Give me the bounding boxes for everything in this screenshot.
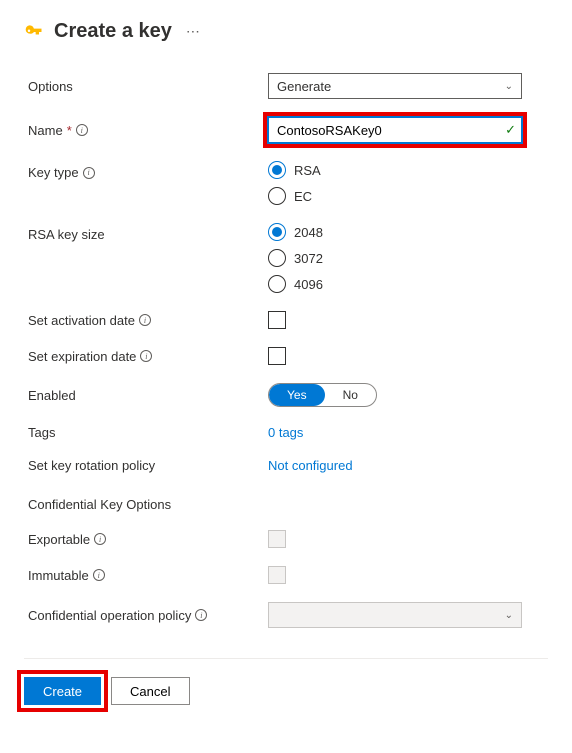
tags-link[interactable]: 0 tags (268, 425, 303, 440)
name-input[interactable] (268, 117, 522, 143)
expiration-row: Set expiration date i (28, 347, 548, 365)
info-icon[interactable]: i (83, 167, 95, 179)
radio-icon (268, 223, 286, 241)
key-type-label: Key type i (28, 161, 268, 180)
radio-icon (268, 249, 286, 267)
conf-policy-row: Confidential operation policy i ⌄ (28, 602, 548, 628)
confidential-section-header: Confidential Key Options (28, 497, 548, 512)
exportable-checkbox[interactable] (268, 530, 286, 548)
enabled-row: Enabled Yes No (28, 383, 548, 407)
info-icon[interactable]: i (76, 124, 88, 136)
info-icon[interactable]: i (139, 314, 151, 326)
name-row: Name * i ✓ (28, 117, 548, 143)
enabled-no[interactable]: No (325, 384, 376, 406)
create-button[interactable]: Create (24, 677, 101, 705)
options-row: Options Generate ⌄ (28, 73, 548, 99)
key-icon (24, 22, 44, 42)
enabled-toggle[interactable]: Yes No (268, 383, 377, 407)
rotation-label: Set key rotation policy (28, 458, 268, 473)
info-icon[interactable]: i (93, 569, 105, 581)
exportable-label: Exportable i (28, 532, 268, 547)
keytype-radio-rsa[interactable]: RSA (268, 161, 522, 179)
rsa-size-radios: 2048 3072 4096 (268, 223, 522, 293)
name-field-highlight: ✓ (268, 117, 522, 143)
rsa-size-row: RSA key size 2048 3072 4096 (28, 223, 548, 293)
expiration-label: Set expiration date i (28, 349, 268, 364)
enabled-label: Enabled (28, 388, 268, 403)
page-title: Create a key (54, 20, 172, 43)
rotation-row: Set key rotation policy Not configured (28, 458, 548, 473)
radio-icon (268, 275, 286, 293)
radio-icon (268, 187, 286, 205)
tags-row: Tags 0 tags (28, 425, 548, 440)
page-header: Create a key ⋯ (24, 20, 548, 43)
activation-label: Set activation date i (28, 313, 268, 328)
immutable-checkbox[interactable] (268, 566, 286, 584)
exportable-row: Exportable i (28, 530, 548, 548)
name-label: Name * i (28, 123, 268, 138)
options-value: Generate (277, 79, 331, 94)
rotation-link[interactable]: Not configured (268, 458, 353, 473)
conf-policy-label: Confidential operation policy i (28, 608, 268, 623)
more-button[interactable]: ⋯ (182, 23, 204, 40)
key-type-radios: RSA EC (268, 161, 522, 205)
info-icon[interactable]: i (195, 609, 207, 621)
enabled-yes[interactable]: Yes (269, 384, 325, 406)
chevron-down-icon: ⌄ (505, 610, 513, 621)
options-select[interactable]: Generate ⌄ (268, 73, 522, 99)
immutable-row: Immutable i (28, 566, 548, 584)
immutable-label: Immutable i (28, 568, 268, 583)
required-indicator: * (67, 123, 72, 138)
rsasize-radio-3072[interactable]: 3072 (268, 249, 522, 267)
footer: Create Cancel (24, 658, 548, 705)
tags-label: Tags (28, 425, 268, 440)
chevron-down-icon: ⌄ (505, 81, 513, 92)
cancel-button[interactable]: Cancel (111, 677, 189, 705)
conf-policy-select[interactable]: ⌄ (268, 602, 522, 628)
radio-icon (268, 161, 286, 179)
form: Options Generate ⌄ Name * i ✓ Key type i (24, 73, 548, 628)
info-icon[interactable]: i (140, 350, 152, 362)
options-label: Options (28, 79, 268, 94)
key-type-row: Key type i RSA EC (28, 161, 548, 205)
activation-checkbox[interactable] (268, 311, 286, 329)
activation-row: Set activation date i (28, 311, 548, 329)
rsasize-radio-4096[interactable]: 4096 (268, 275, 522, 293)
keytype-radio-ec[interactable]: EC (268, 187, 522, 205)
rsasize-radio-2048[interactable]: 2048 (268, 223, 522, 241)
info-icon[interactable]: i (94, 533, 106, 545)
expiration-checkbox[interactable] (268, 347, 286, 365)
rsa-size-label: RSA key size (28, 223, 268, 242)
